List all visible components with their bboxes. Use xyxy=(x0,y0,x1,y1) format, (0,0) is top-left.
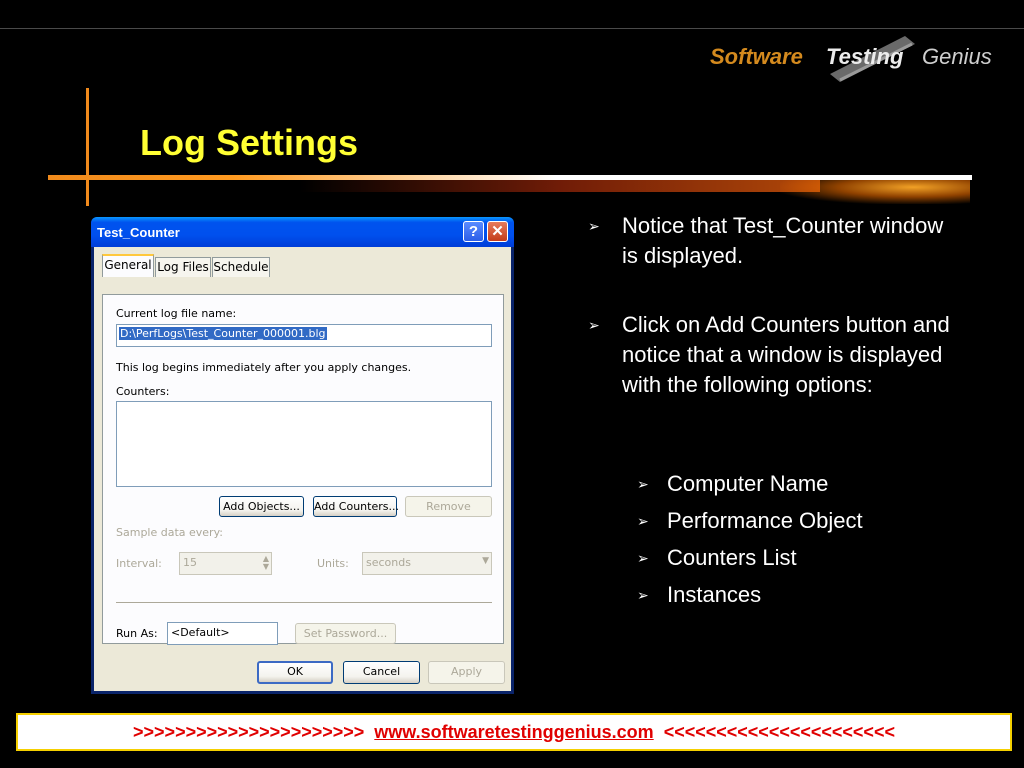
sub-bullet-instances: ➢ Instances xyxy=(637,580,762,610)
run-as-field[interactable]: <Default> xyxy=(167,622,278,645)
close-button[interactable]: ✕ xyxy=(487,221,508,242)
sub-bullet-text: Computer Name xyxy=(667,471,829,496)
footer-banner: >>>>>>>>>>>>>>>>>>>>>> www.softwaretesti… xyxy=(16,713,1012,751)
counters-label: Counters: xyxy=(116,385,170,398)
footer-right-arrows: <<<<<<<<<<<<<<<<<<<<<< xyxy=(663,722,895,742)
tab-log-files[interactable]: Log Files xyxy=(155,257,211,277)
spinner-arrows-icon[interactable]: ▲ ▼ xyxy=(263,555,269,571)
sub-bullet-performance-object: ➢ Performance Object xyxy=(637,506,863,536)
units-label: Units: xyxy=(317,557,349,570)
slide-title: Log Settings xyxy=(140,122,358,163)
ok-button[interactable]: OK xyxy=(257,661,333,684)
bullet-arrow-icon: ➢ xyxy=(637,550,649,566)
title-vertical-rule xyxy=(86,88,89,206)
sub-bullet-text: Performance Object xyxy=(667,508,863,533)
sub-bullet-counters-list: ➢ Counters List xyxy=(637,543,797,573)
bullet-arrow-icon: ➢ xyxy=(588,317,600,333)
units-value: seconds xyxy=(366,556,411,569)
sub-bullet-text: Instances xyxy=(667,582,762,607)
tab-schedule[interactable]: Schedule xyxy=(212,257,270,277)
run-as-label: Run As: xyxy=(116,627,158,640)
dialog-titlebar[interactable]: Test_Counter ? ✕ xyxy=(91,217,514,247)
set-password-button[interactable]: Set Password... xyxy=(295,623,396,644)
title-underline xyxy=(48,175,972,180)
info-text: This log begins immediately after you ap… xyxy=(116,361,412,374)
units-dropdown[interactable]: seconds ▼ xyxy=(362,552,492,575)
current-log-label: Current log file name: xyxy=(116,307,237,320)
bullet-arrow-icon: ➢ xyxy=(637,513,649,529)
apply-button[interactable]: Apply xyxy=(428,661,505,684)
remove-button[interactable]: Remove xyxy=(405,496,492,517)
test-counter-dialog: Test_Counter ? ✕ General Log Files Sched… xyxy=(91,217,514,694)
footer-left-arrows: >>>>>>>>>>>>>>>>>>>>>> xyxy=(133,722,365,742)
bullet-arrow-icon: ➢ xyxy=(637,587,649,603)
title-underline-flare xyxy=(780,180,970,204)
add-objects-button[interactable]: Add Objects... xyxy=(219,496,304,517)
cancel-button[interactable]: Cancel xyxy=(343,661,420,684)
chevron-down-icon[interactable]: ▼ xyxy=(482,556,489,566)
bullet-2: ➢ Click on Add Counters button and notic… xyxy=(588,310,967,400)
run-as-value: <Default> xyxy=(171,626,230,639)
help-button[interactable]: ? xyxy=(463,221,484,242)
logo-word-genius: Genius xyxy=(922,44,992,69)
add-counters-button[interactable]: Add Counters... xyxy=(313,496,399,517)
dialog-title: Test_Counter xyxy=(97,225,180,240)
software-testing-genius-logo: Software Testing Genius xyxy=(710,36,1010,82)
bullet-arrow-icon: ➢ xyxy=(637,476,649,492)
interval-value: 15 xyxy=(183,556,197,569)
sample-data-label: Sample data every: xyxy=(116,526,223,539)
title-underline-glow xyxy=(300,180,820,192)
bullet-2-text: Click on Add Counters button and notice … xyxy=(622,312,950,397)
bullet-1: ➢ Notice that Test_Counter window is dis… xyxy=(588,211,962,271)
bullet-arrow-icon: ➢ xyxy=(588,218,600,234)
run-as-separator xyxy=(116,602,492,603)
dialog-client-area: General Log Files Schedule Current log f… xyxy=(94,247,511,691)
counters-list[interactable] xyxy=(116,401,492,487)
general-tab-panel: Current log file name: D:\PerfLogs\Test_… xyxy=(102,294,504,645)
interval-label: Interval: xyxy=(116,557,162,570)
logo-word-software: Software xyxy=(710,44,803,69)
logo-word-testing: Testing xyxy=(826,44,904,69)
interval-spinner[interactable]: 15 ▲ ▼ xyxy=(179,552,272,575)
bullet-1-text: Notice that Test_Counter window is displ… xyxy=(622,213,944,268)
sub-bullet-text: Counters List xyxy=(667,545,797,570)
current-log-field[interactable]: D:\PerfLogs\Test_Counter_000001.blg xyxy=(116,324,492,347)
sub-bullet-computer-name: ➢ Computer Name xyxy=(637,469,829,499)
top-divider xyxy=(0,28,1024,29)
footer-website-link[interactable]: www.softwaretestinggenius.com xyxy=(374,722,653,742)
current-log-value: D:\PerfLogs\Test_Counter_000001.blg xyxy=(119,327,327,340)
tab-general[interactable]: General xyxy=(102,254,154,277)
